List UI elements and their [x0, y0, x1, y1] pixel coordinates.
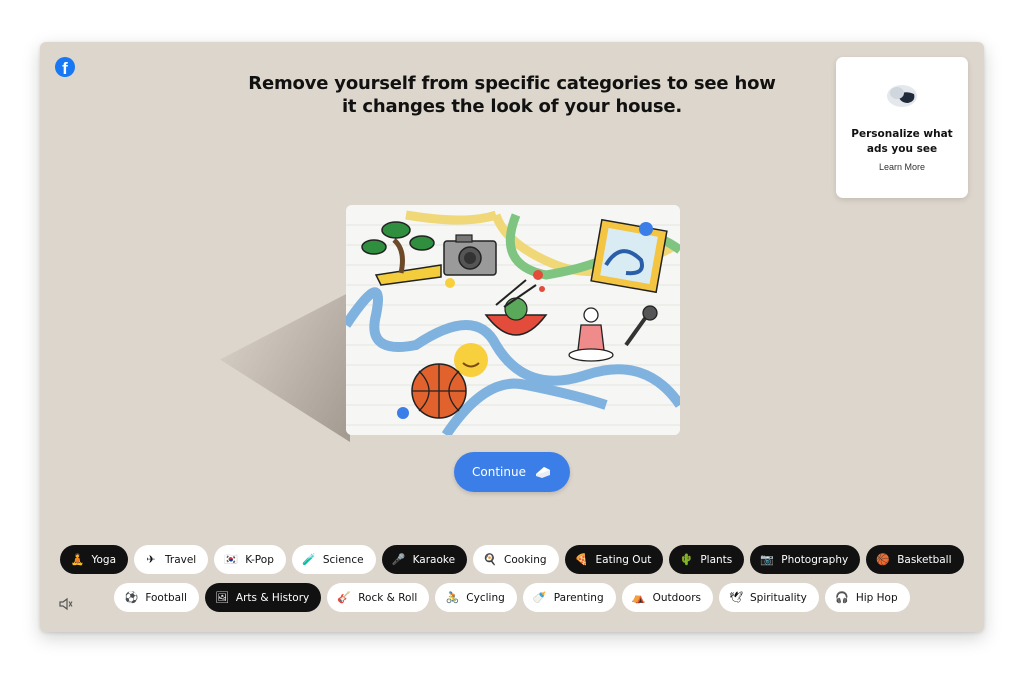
- category-chip-hip-hop[interactable]: 🎧 Hip Hop: [824, 583, 910, 612]
- category-icon: ✈: [146, 552, 156, 566]
- category-label: Cycling: [466, 591, 505, 604]
- camera-icon: [443, 234, 497, 276]
- category-icon: 🚴: [445, 590, 460, 604]
- personalize-ads-card: Personalize what ads you see Learn More: [836, 57, 968, 198]
- category-chip-basketball[interactable]: 🏀 Basketball: [866, 545, 964, 574]
- cube-icon: [535, 467, 550, 478]
- wave-painting-icon: [590, 218, 668, 294]
- category-label: Eating Out: [595, 553, 652, 566]
- category-chip-karaoke[interactable]: 🎤 Karaoke: [381, 545, 468, 574]
- category-icon: 🌵: [679, 552, 694, 566]
- category-label: K-Pop: [245, 553, 274, 566]
- category-icon: 🏀: [876, 552, 891, 566]
- category-chip-outdoors[interactable]: ⛺ Outdoors: [621, 583, 713, 612]
- category-label: Outdoors: [652, 591, 701, 604]
- category-label: Cooking: [504, 553, 547, 566]
- basketball-icon: [411, 363, 467, 419]
- category-icon: 🇰🇷: [224, 552, 239, 566]
- category-icon: 🍳: [483, 552, 497, 566]
- category-icon: 🎸: [337, 590, 352, 604]
- category-icon: ⛺: [631, 590, 646, 604]
- category-label: Football: [145, 591, 187, 604]
- category-icon: 🎧: [834, 590, 849, 604]
- category-icon: 🧘: [70, 552, 85, 566]
- hand-pointer-icon: [887, 85, 917, 107]
- category-chips-row-1: 🧘 Yoga ✈ Travel 🇰🇷 K-Pop 🧪 Science 🎤 Karaoke 🍳 Cook…: [40, 545, 984, 574]
- category-chip-k-pop[interactable]: 🇰🇷 K-Pop: [214, 545, 286, 574]
- category-chip-yoga[interactable]: 🧘 Yoga: [60, 545, 129, 574]
- category-icon: 📷: [760, 552, 775, 566]
- category-label: Hip Hop: [855, 591, 898, 604]
- category-label: Arts & History: [235, 591, 310, 604]
- continue-label: Continue: [472, 465, 526, 479]
- category-chip-cycling[interactable]: 🚴 Cycling: [435, 583, 517, 612]
- category-chip-eating-out[interactable]: 🍕 Eating Out: [564, 545, 664, 574]
- category-icon: 🍼: [532, 590, 547, 604]
- category-label: Travel: [165, 553, 197, 566]
- category-chip-spirituality[interactable]: 🕊 Spirituality: [718, 583, 819, 612]
- category-label: Yoga: [91, 553, 117, 566]
- category-chips-row-2: ⚽ Football 🖼 Arts & History 🎸 Rock & Roll 🚴 Cyc…: [40, 583, 984, 612]
- category-icon: ⚽: [124, 590, 139, 604]
- continue-button[interactable]: Continue: [454, 452, 570, 492]
- app-frame: f Remove yourself from specific categori…: [40, 42, 984, 632]
- category-chip-plants[interactable]: 🌵 Plants: [669, 545, 745, 574]
- category-label: Plants: [700, 553, 733, 566]
- illustration-shadow: [220, 292, 350, 442]
- learn-more-link[interactable]: Learn More: [846, 162, 958, 172]
- category-chip-photography[interactable]: 📷 Photography: [750, 545, 861, 574]
- category-label: Karaoke: [412, 553, 456, 566]
- category-icon: 🖼: [214, 590, 229, 604]
- house-illustration: [346, 205, 680, 435]
- category-label: Spirituality: [749, 591, 807, 604]
- category-icon: 🎤: [391, 552, 406, 566]
- category-icon: 🕊: [729, 590, 743, 604]
- category-chip-rock-roll[interactable]: 🎸 Rock & Roll: [327, 583, 430, 612]
- facebook-logo-icon[interactable]: f: [55, 57, 75, 77]
- category-chip-arts-history[interactable]: 🖼 Arts & History: [204, 583, 322, 612]
- card-title: Personalize what ads you see: [851, 128, 953, 155]
- category-icon: 🍕: [574, 552, 589, 566]
- category-chip-football[interactable]: ⚽ Football: [114, 583, 199, 612]
- category-label: Parenting: [553, 591, 604, 604]
- category-chip-travel[interactable]: ✈ Travel: [134, 545, 209, 574]
- page-headline: Remove yourself from specific categories…: [248, 73, 776, 117]
- category-label: Photography: [781, 553, 849, 566]
- category-chip-parenting[interactable]: 🍼 Parenting: [522, 583, 616, 612]
- category-label: Rock & Roll: [358, 591, 418, 604]
- category-icon: 🧪: [302, 552, 316, 566]
- category-label: Basketball: [897, 553, 952, 566]
- category-chip-cooking[interactable]: 🍳 Cooking: [473, 545, 559, 574]
- category-label: Science: [322, 553, 364, 566]
- category-chip-science[interactable]: 🧪 Science: [291, 545, 376, 574]
